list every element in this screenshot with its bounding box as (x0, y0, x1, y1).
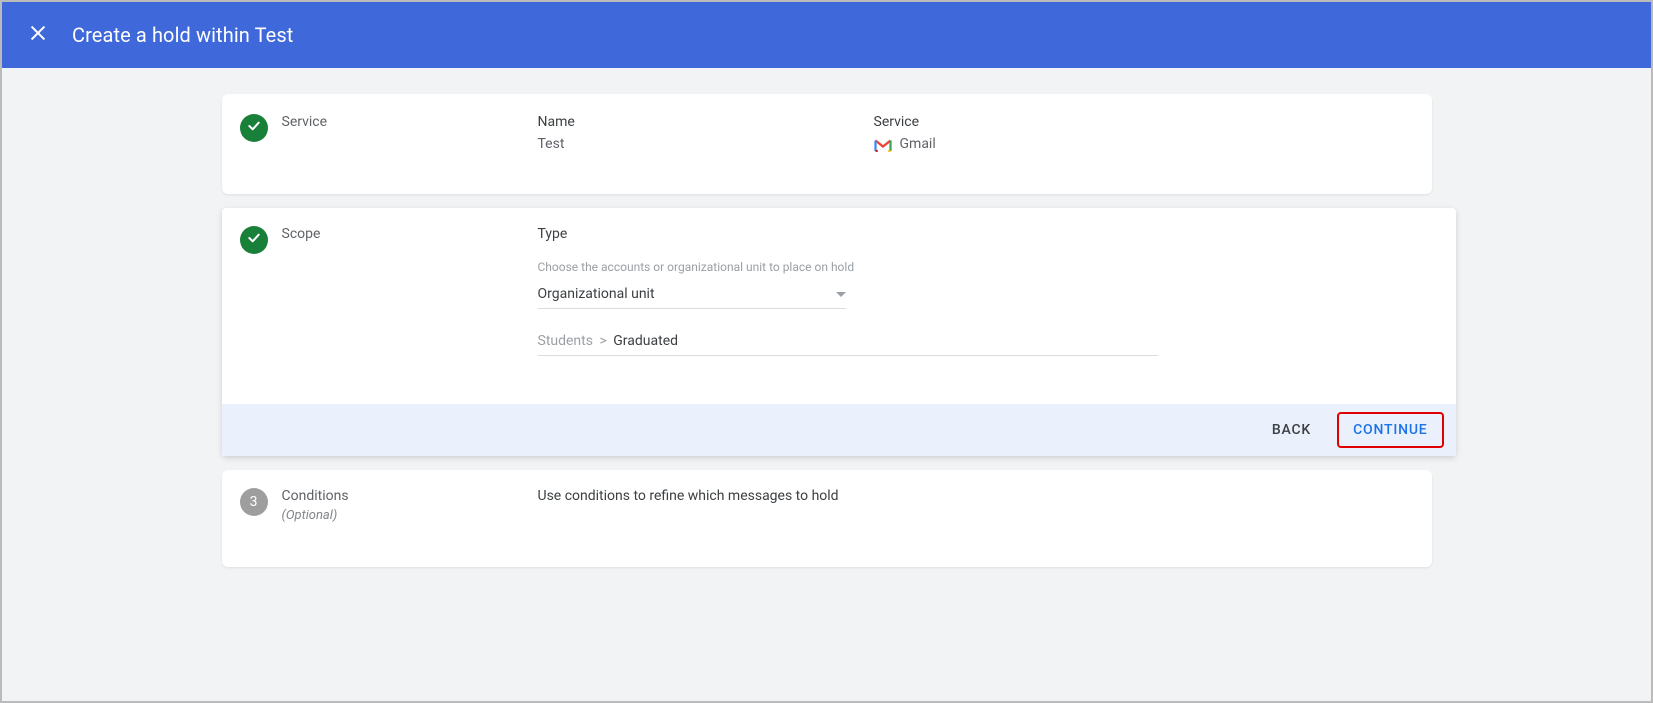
scope-type-label: Type (538, 226, 1438, 242)
step-scope-badge (240, 226, 268, 254)
step-service-label: Service (282, 114, 538, 130)
step-conditions-card[interactable]: 3 Conditions (Optional) Use conditions t… (222, 470, 1432, 567)
scope-help-text: Choose the accounts or organizational un… (538, 260, 1438, 274)
org-unit-input[interactable]: Students > Graduated (538, 329, 1158, 356)
close-icon (27, 22, 49, 48)
dialog-content: Service Name Test Service Gmail (2, 68, 1651, 581)
service-name-label: Name (538, 114, 874, 130)
org-unit-parent: Students (538, 333, 593, 349)
breadcrumb-separator: > (599, 333, 606, 349)
step-conditions-optional: (Optional) (282, 508, 538, 523)
service-service-value: Gmail (900, 136, 936, 152)
conditions-description: Use conditions to refine which messages … (538, 488, 839, 504)
continue-button[interactable]: CONTINUE (1337, 412, 1443, 448)
caret-down-icon (836, 286, 846, 302)
gmail-icon (874, 137, 892, 151)
checkmark-icon (246, 118, 262, 138)
dialog-title: Create a hold within Test (72, 23, 293, 47)
org-unit-child: Graduated (613, 333, 678, 349)
service-service-label: Service (874, 114, 1210, 130)
step-conditions-label: Conditions (282, 488, 538, 504)
step-conditions-badge: 3 (240, 488, 268, 516)
dropdown-value: Organizational unit (538, 286, 655, 302)
step-number: 3 (250, 494, 258, 510)
dialog-header: Create a hold within Test (2, 2, 1651, 68)
scope-type-dropdown[interactable]: Organizational unit (538, 282, 846, 309)
step-scope-label: Scope (282, 226, 538, 242)
service-name-value: Test (538, 136, 874, 152)
scope-actions-bar: BACK CONTINUE (222, 404, 1456, 456)
checkmark-icon (246, 230, 262, 250)
step-service-card[interactable]: Service Name Test Service Gmail (222, 94, 1432, 194)
close-button[interactable] (18, 15, 58, 55)
back-button[interactable]: BACK (1258, 414, 1325, 446)
step-service-badge (240, 114, 268, 142)
step-scope-card: Scope Type Choose the accounts or organi… (222, 208, 1456, 456)
